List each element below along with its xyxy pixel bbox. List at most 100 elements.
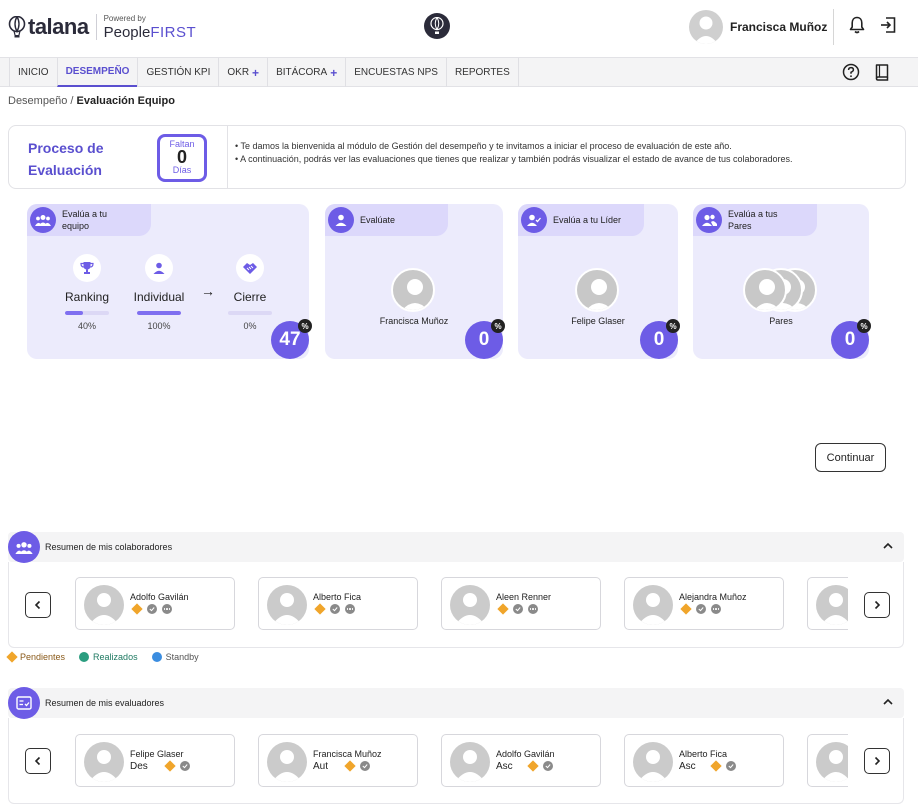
done-icon <box>147 604 157 614</box>
process-text-line: • Te damos la bienvenida al módulo de Ge… <box>235 141 732 151</box>
carousel-next-button[interactable] <box>864 592 890 618</box>
tab-label: INICIO <box>18 67 49 78</box>
tab-desempeno[interactable]: DESEMPEÑO <box>56 58 138 87</box>
evaluator-name: Francisca Muñoz <box>313 749 382 759</box>
process-title-line: Evaluación <box>28 162 102 178</box>
main-nav: INICIO DESEMPEÑO GESTIÓN KPI OKR + BITÁCO… <box>0 57 918 87</box>
stage-progress-bar <box>65 311 109 315</box>
collaborator-card[interactable]: Alberto Fica <box>258 577 418 630</box>
process-divider <box>227 126 228 188</box>
breadcrumb-parent[interactable]: Desempeño <box>8 95 67 107</box>
chevron-up-icon[interactable] <box>882 696 894 708</box>
carousel-prev-button[interactable] <box>25 592 51 618</box>
carousel-prev-button[interactable] <box>25 748 51 774</box>
legend-pending: Pendientes <box>6 651 66 663</box>
status-row <box>314 603 355 615</box>
collaborator-card[interactable]: Aleen Renner <box>441 577 601 630</box>
plus-icon: + <box>252 65 260 80</box>
done-icon <box>513 604 523 614</box>
tag-label-line: Evalúa a tu <box>62 209 108 219</box>
done-icon <box>180 761 190 771</box>
process-description: • Te damos la bienvenida al módulo de Ge… <box>235 140 815 166</box>
tab-gestion-kpi[interactable]: GESTIÓN KPI <box>137 58 218 87</box>
team-icon <box>8 531 40 563</box>
tag-label-line: equipo <box>62 221 90 231</box>
card-tag-label: Evalúa a tu Líder <box>553 215 622 225</box>
continue-button[interactable]: Continuar <box>815 443 886 472</box>
pending-icon <box>131 603 143 615</box>
stage-individual[interactable]: Individual 100% <box>129 254 189 331</box>
percent-badge: % <box>857 319 871 333</box>
card-evaluate-team[interactable]: Evalúa a tu equipo Ranking 40% Individua… <box>27 204 312 359</box>
book-icon[interactable] <box>874 63 890 81</box>
handshake-icon <box>236 254 264 282</box>
evaluator-card[interactable]: Adolfo Gavilán Asc <box>441 734 601 787</box>
logout-icon[interactable] <box>879 16 897 34</box>
avatar <box>267 585 307 625</box>
collaborator-card-partial[interactable] <box>807 577 848 630</box>
card-evaluate-peers[interactable]: Evalúa a tus Pares Pares 0 % <box>693 204 871 359</box>
tab-label: OKR <box>227 67 250 78</box>
percent-badge: % <box>298 319 312 333</box>
chevron-right-icon <box>874 600 881 610</box>
collaborator-name: Adolfo Gavilán <box>130 592 189 602</box>
collaborators-carousel: Adolfo Gavilán Alberto Fica Aleen Renner… <box>75 577 848 631</box>
evaluator-name: Felipe Glaser <box>130 749 184 759</box>
days-unit-label: Días <box>172 165 192 175</box>
company-logo <box>424 13 450 39</box>
collaborator-card[interactable]: Alejandra Muñoz <box>624 577 784 630</box>
evaluation-type: Des <box>130 761 148 772</box>
tab-encuestas-nps[interactable]: ENCUESTAS NPS <box>345 58 446 87</box>
user-name[interactable]: Francisca Muñoz <box>730 20 827 34</box>
bell-icon[interactable] <box>849 16 865 34</box>
stage-ranking[interactable]: Ranking 40% <box>57 254 117 331</box>
arrow-right-icon: → <box>201 283 215 299</box>
collaborators-summary-header[interactable]: Resumen de mis colaboradores <box>8 531 904 563</box>
collaborator-name: Alberto Fica <box>313 592 362 602</box>
evaluator-card[interactable]: Felipe Glaser Des <box>75 734 235 787</box>
evaluator-name: Adolfo Gavilán <box>496 749 555 759</box>
pending-icon <box>680 603 692 615</box>
status-legend: Pendientes Realizados Standby <box>6 651 199 663</box>
done-icon <box>330 604 340 614</box>
evaluator-card[interactable]: Alberto Fica Asc <box>624 734 784 787</box>
chevron-up-icon[interactable] <box>882 540 894 552</box>
tab-label: ENCUESTAS NPS <box>354 67 438 78</box>
evaluation-type: Aut <box>313 761 329 772</box>
avatar <box>450 742 490 782</box>
collaborator-card[interactable]: Adolfo Gavilán <box>75 577 235 630</box>
nav-tabs: INICIO DESEMPEÑO GESTIÓN KPI OKR + BITÁCO… <box>9 58 519 87</box>
tab-bitacora[interactable]: BITÁCORA + <box>267 58 345 87</box>
process-text-line: • A continuación, podrás ver las evaluac… <box>235 154 793 164</box>
stage-cierre[interactable]: Cierre 0% <box>220 254 280 331</box>
help-icon[interactable] <box>842 63 860 81</box>
standby-icon <box>151 652 162 662</box>
legend-label: Pendientes <box>20 652 66 662</box>
card-tag-label: Evalúa a tus Pares <box>728 208 778 232</box>
peers-icon <box>696 207 722 233</box>
evaluator-card[interactable]: Francisca Muñoz Aut <box>258 734 418 787</box>
talana-logo[interactable]: talana Powered by PeopleFIRST <box>8 14 196 40</box>
carousel-next-button[interactable] <box>864 748 890 774</box>
collaborators-summary-body: Adolfo Gavilán Alberto Fica Aleen Renner… <box>8 562 904 648</box>
evaluators-summary-header[interactable]: Resumen de mis evaluadores <box>8 687 904 719</box>
card-evaluate-leader[interactable]: Evalúa a tu Líder Felipe Glaser 0 % <box>518 204 680 359</box>
user-avatar[interactable] <box>689 10 723 44</box>
user-icon <box>328 207 354 233</box>
card-evaluate-self[interactable]: Evalúate Francisca Muñoz 0 % <box>325 204 505 359</box>
user-icon <box>145 254 173 282</box>
team-icon <box>30 207 56 233</box>
done-icon <box>79 652 90 662</box>
evaluator-card-partial[interactable] <box>807 734 848 787</box>
avatar <box>816 585 848 625</box>
tab-reportes[interactable]: REPORTES <box>445 58 519 87</box>
tab-inicio[interactable]: INICIO <box>9 58 57 87</box>
status-row <box>680 603 721 615</box>
chevron-left-icon <box>34 600 41 610</box>
stage-progress-bar <box>137 311 181 315</box>
done-icon <box>726 761 736 771</box>
pending-icon <box>164 760 176 772</box>
tab-okr[interactable]: OKR + <box>218 58 267 87</box>
tag-label-line: Pares <box>728 221 752 231</box>
days-count: 0 <box>176 147 187 167</box>
